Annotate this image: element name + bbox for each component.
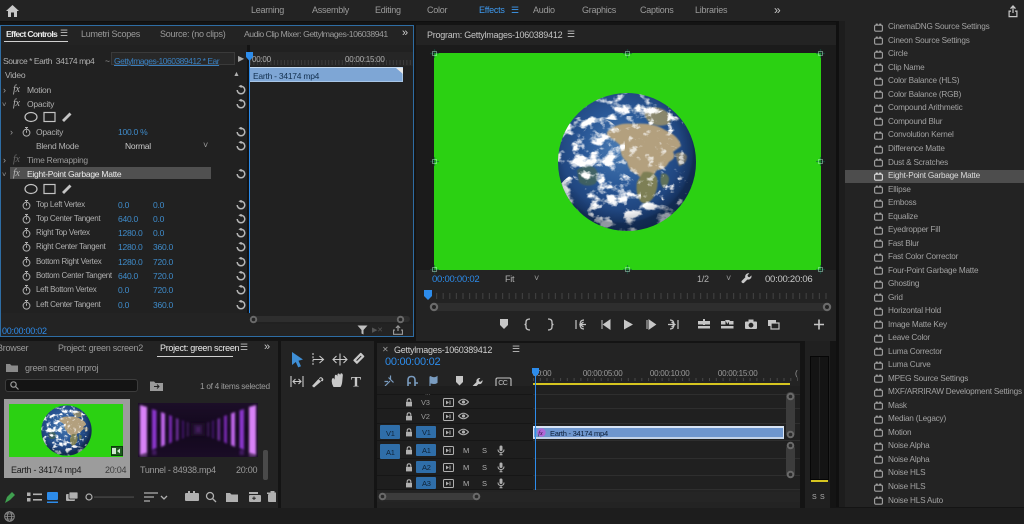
svg-text:fx: fx [538,430,543,437]
svg-text:T: T [351,375,361,390]
